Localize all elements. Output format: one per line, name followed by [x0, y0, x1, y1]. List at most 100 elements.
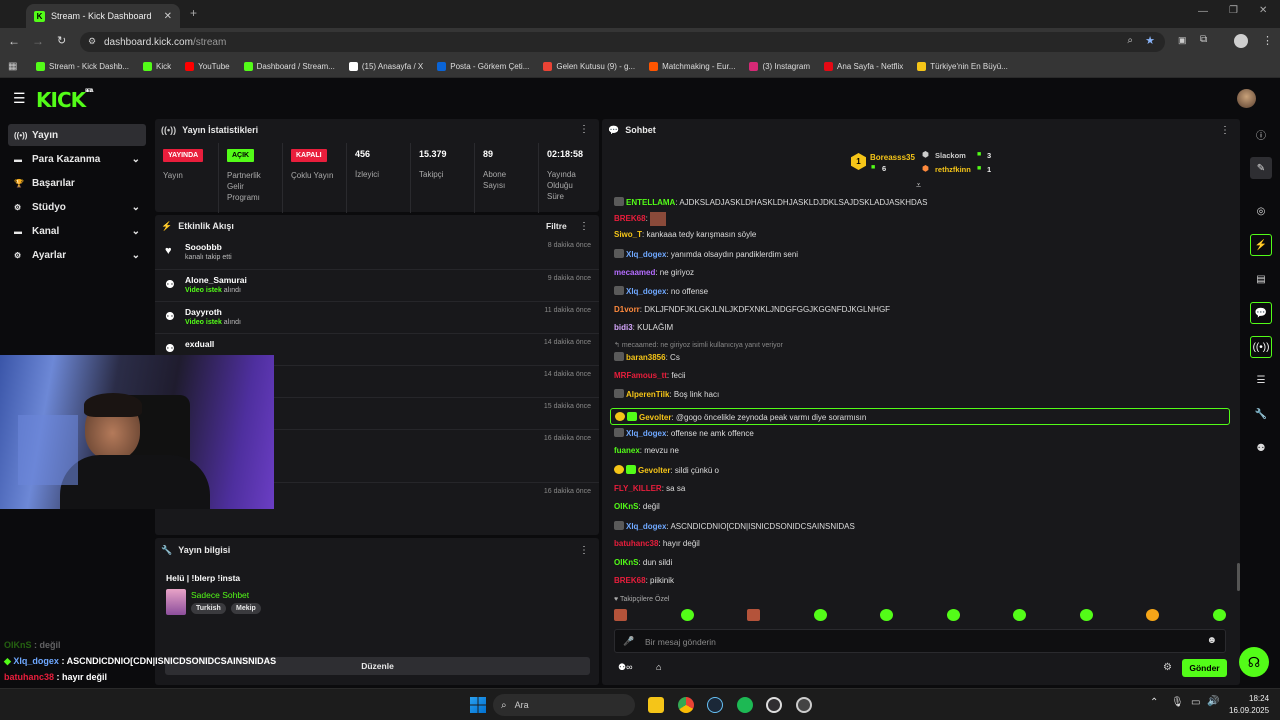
site-info-icon[interactable]: ⚙	[88, 36, 96, 47]
steam-icon[interactable]	[707, 697, 723, 713]
emote-icon[interactable]	[747, 609, 760, 621]
tag-mekip[interactable]: Mekip	[231, 603, 261, 614]
bookmark-item[interactable]: Stream - Kick Dashb...	[36, 62, 129, 71]
chat-message[interactable]: baran3856: Cs	[614, 352, 680, 362]
wrench-rail-icon[interactable]: 🔧	[1250, 403, 1272, 425]
chat-message[interactable]: FLY_KILLER: sa sa	[614, 484, 685, 493]
new-tab-icon[interactable]: +	[190, 6, 197, 20]
users-icon[interactable]: ⚉	[1250, 437, 1272, 459]
activity-item[interactable]: ⚉ Alone_Samurai Video istek alındı 9 dakika…	[155, 269, 599, 301]
apps-grid-icon[interactable]: ▦	[8, 61, 17, 72]
chat-username[interactable]: OIKnS	[614, 558, 638, 567]
bookmark-item[interactable]: Posta - Görkem Çeti...	[437, 62, 529, 71]
activity-item[interactable]: ♥ Sooobbb kanalı takip etti 8 dakika önce	[155, 237, 599, 269]
profile-avatar[interactable]	[1234, 34, 1248, 48]
chat-username[interactable]: Siwo_T	[614, 230, 642, 239]
chat-message[interactable]: BREK68:	[614, 212, 666, 226]
stack-icon[interactable]: ☰	[1250, 369, 1272, 391]
chat-username[interactable]: bidi3	[614, 323, 633, 332]
send-button[interactable]: Gönder	[1182, 659, 1227, 677]
bookmark-star-icon[interactable]: ★	[1145, 34, 1155, 47]
chat-input[interactable]: 🎤 Bir mesaj gönderin ☻	[614, 629, 1226, 653]
bookmark-item[interactable]: Matchmaking - Eur...	[649, 62, 735, 71]
chat-username[interactable]: Xlq_dogex	[626, 522, 666, 531]
pencil-icon[interactable]: ✎	[1250, 157, 1272, 179]
chat-username[interactable]: fuanex	[614, 446, 640, 455]
chrome-icon[interactable]	[678, 697, 694, 713]
minimize-icon[interactable]: —	[1198, 6, 1208, 17]
kick-logo[interactable]: KICKBETA	[36, 88, 93, 112]
expand-leaderboard-icon[interactable]: ⩡	[916, 180, 921, 191]
chat-message[interactable]: bidi3: KULAĞIM	[614, 323, 673, 332]
chat-username[interactable]: Gevolter	[638, 466, 670, 475]
sidebar-item-4[interactable]: ▬ Kanal ⌄	[8, 220, 146, 242]
chat-username[interactable]: AlperenTilk	[626, 390, 669, 399]
emote-icon[interactable]	[614, 609, 627, 621]
chat-message[interactable]: Siwo_T: kankaaa tedy karışmasın söyle	[614, 230, 756, 239]
emote-icon[interactable]	[1079, 609, 1093, 621]
chat-message[interactable]: Xlq_dogex: yanımda olsaydın pandiklerdim…	[614, 249, 798, 259]
chat-message[interactable]: Xlq_dogex: offense ne amk offence	[614, 428, 754, 438]
forward-icon[interactable]: →	[32, 34, 44, 48]
stats-menu-icon[interactable]: ⋮	[579, 124, 589, 135]
bookmark-item[interactable]: Dashboard / Stream...	[243, 62, 335, 71]
top-gifter-name[interactable]: Boreasss35	[870, 153, 915, 162]
gifter3-name[interactable]: rethzfkinn	[935, 165, 971, 174]
store-icon[interactable]: ⌂	[656, 662, 661, 672]
url-field[interactable]: ⚙ dashboard.kick.com/stream ⌕ ★	[80, 32, 1165, 52]
chat-message[interactable]: MRFamous_tt: fecii	[614, 371, 686, 380]
viewers-icon[interactable]: ⚉∞	[618, 662, 632, 673]
close-window-icon[interactable]: ✕	[1259, 5, 1267, 16]
close-tab-icon[interactable]: ✕	[164, 11, 172, 22]
chat-message[interactable]: D1vorr: DKLJFNDFJKLGKJLNLJKDFXNKLJNDGFGG…	[614, 305, 890, 314]
user-avatar[interactable]	[1237, 89, 1256, 108]
chat-username[interactable]: BREK68	[614, 214, 646, 223]
emote-icon[interactable]	[946, 609, 960, 621]
info-icon[interactable]: ⓘ	[1250, 123, 1272, 145]
info-menu-icon[interactable]: ⋮	[579, 545, 589, 556]
gifter2-name[interactable]: Slackom	[935, 151, 966, 160]
sidebar-item-3[interactable]: ⚙ Stüdyo ⌄	[8, 196, 146, 218]
volume-icon[interactable]: 🔊	[1207, 696, 1219, 707]
bookmark-item[interactable]: Kick	[143, 62, 171, 71]
chat-message[interactable]: AlperenTilk: Boş link hacı	[614, 389, 719, 399]
chat-message[interactable]: Gevolter: sildi çünkü o	[614, 465, 719, 475]
bookmark-item[interactable]: Türkiye'nin En Büyü...	[917, 62, 1008, 71]
tray-chevron-icon[interactable]: ⌃	[1150, 697, 1158, 708]
chat-menu-icon[interactable]: ⋮	[1220, 125, 1230, 136]
tab-kick-dashboard[interactable]: K Stream - Kick Dashboard ✕	[26, 4, 180, 28]
emote-icon[interactable]	[1212, 609, 1226, 621]
sidebar-item-5[interactable]: ⚙ Ayarlar ⌄	[8, 244, 146, 266]
chat-username[interactable]: FLY_KILLER	[614, 484, 662, 493]
browser-menu-icon[interactable]: ⋮	[1262, 34, 1273, 47]
extension-icon[interactable]: ▣	[1178, 35, 1187, 46]
bookmark-item[interactable]: Gelen Kutusu (9) - g...	[543, 62, 635, 71]
chat-message[interactable]: mecaamed: ne giriyoz	[614, 268, 694, 277]
app-icon[interactable]	[796, 697, 812, 713]
chat-message[interactable]: fuanex: mevzu ne	[614, 446, 679, 455]
chat-settings-icon[interactable]: ⚙	[1163, 662, 1172, 673]
bookmark-item[interactable]: (3) Instagram	[749, 62, 810, 71]
chat-username[interactable]: MRFamous_tt	[614, 371, 667, 380]
chat-toggle-icon[interactable]: 💬	[1250, 302, 1272, 324]
taskbar-search[interactable]: ⌕ Ara	[493, 694, 635, 716]
reload-icon[interactable]: ↻	[57, 34, 66, 47]
chat-username[interactable]: BREK68	[614, 576, 646, 585]
mic-tray-icon[interactable]: 🎙	[1171, 697, 1184, 708]
chat-message[interactable]: Xlq_dogex: no offense	[614, 286, 708, 296]
mic-icon[interactable]: 🎤	[623, 636, 634, 647]
chat-username[interactable]: Xlq_dogex	[626, 287, 666, 296]
chat-message[interactable]: OIKnS: değil	[614, 502, 660, 511]
display-tray-icon[interactable]: ▭	[1191, 697, 1200, 708]
emoji-icon[interactable]: ☻	[1206, 635, 1217, 646]
tag-turkish[interactable]: Turkish	[191, 603, 226, 614]
broadcast-toggle-icon[interactable]: ((•))	[1250, 336, 1272, 358]
activity-item[interactable]: ⚉ Dayyroth Video istek alındı 11 dakika önc…	[155, 301, 599, 333]
restore-icon[interactable]: ❐	[1229, 5, 1238, 16]
bookmark-item[interactable]: Ana Sayfa - Netflix	[824, 62, 903, 71]
emote-icon[interactable]	[680, 609, 694, 621]
chat-message[interactable]: BREK68: piikinik	[614, 576, 674, 585]
chat-message[interactable]: batuhanc38: hayır değil	[614, 539, 700, 548]
chat-message[interactable]: ENTELLAMA: AJDKSLADJASKLDHASKLDHJASKLDJD…	[614, 197, 927, 207]
emote-icon[interactable]	[1013, 609, 1026, 621]
